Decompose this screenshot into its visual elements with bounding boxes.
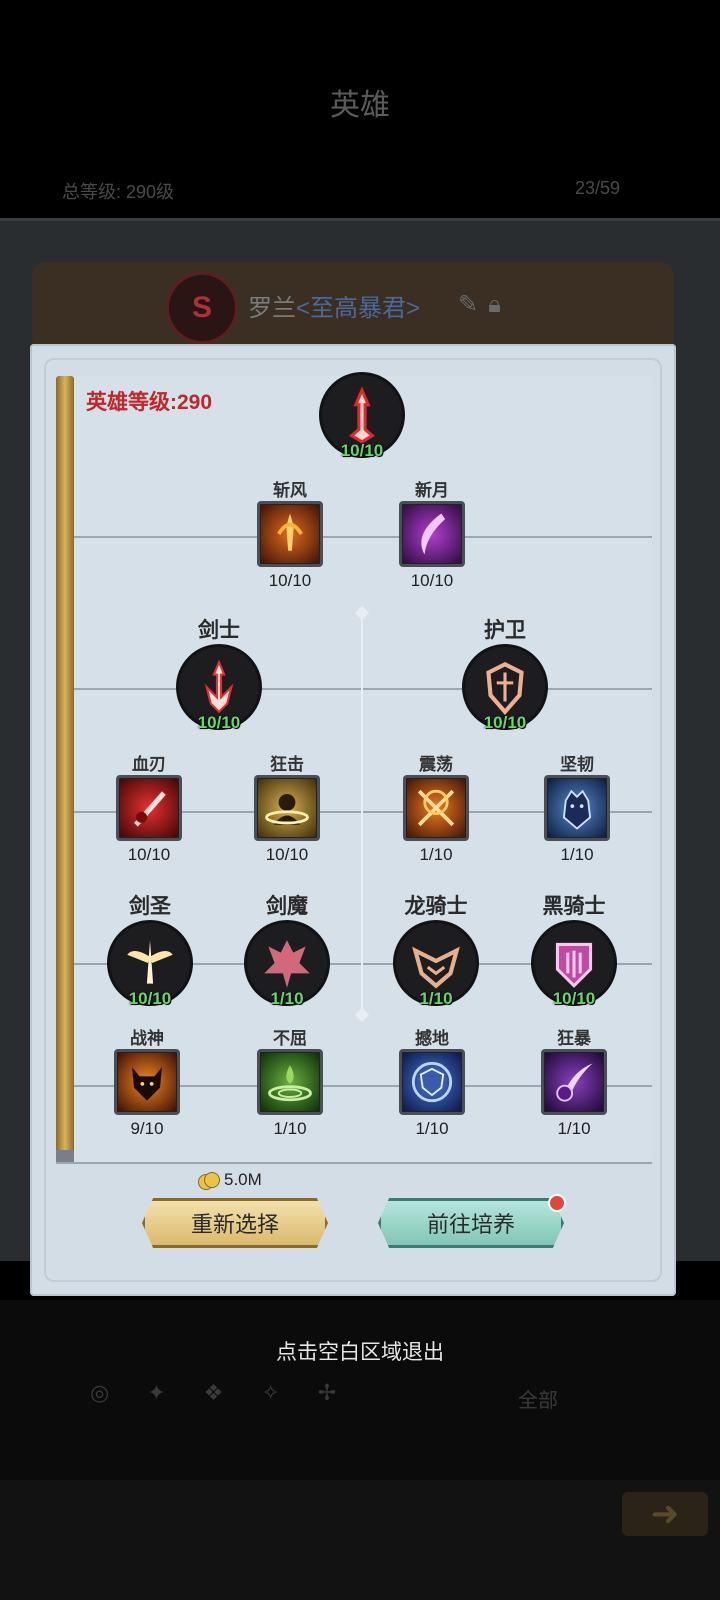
guardian-icon: 10/10 [462, 644, 548, 732]
bottom-nav [0, 1480, 720, 1600]
class-node-black-knight[interactable]: 黑骑士 10/10 [529, 890, 619, 1008]
branch-divider [361, 610, 363, 1018]
stats-row: 总等级: 290级 23/59 [62, 178, 620, 204]
swordsman-icon: 10/10 [176, 644, 262, 732]
footer-divider [56, 1162, 652, 1164]
go-train-button[interactable]: 前往培养 [378, 1198, 564, 1248]
gold-coin-icon [198, 1172, 220, 1190]
row-line [74, 688, 652, 690]
war-god-icon [114, 1049, 180, 1115]
class-node-sword-demon[interactable]: 剑魔 1/10 [242, 890, 332, 1008]
skill-node-zhendang[interactable]: 震荡 1/10 [391, 750, 481, 865]
notification-dot [548, 1194, 566, 1212]
root-skill-node[interactable]: 10/10 [317, 372, 407, 460]
hero-header-icons: ✎🔒︎ [458, 290, 511, 319]
hero-count: 23/59 [574, 178, 620, 198]
skill-tree-panel: 英雄等级:290 10/10 斩风 10/10 新月 10/10 剑士 10/1… [30, 344, 676, 1296]
page-title: 英雄 [330, 89, 390, 122]
exit-hint[interactable]: 点击空白区域退出 [0, 1336, 720, 1366]
reselect-button[interactable]: 重新选择 [142, 1198, 328, 1248]
skill-node-xinyue[interactable]: 新月 10/10 [387, 476, 477, 591]
filter-all: 全部 [518, 1390, 558, 1412]
next-arrow-icon: ➜ [622, 1492, 708, 1536]
level-progress-bar [56, 376, 74, 1162]
shockwave-icon [403, 775, 469, 841]
edit-icon: ✎ [458, 291, 489, 318]
berserk-icon [541, 1049, 607, 1115]
class-node-dragon-knight[interactable]: 龙骑士 1/10 [391, 890, 481, 1008]
sword-saint-icon: 10/10 [107, 920, 193, 1008]
class-filter-icons: ◎✦❖✧✢ [90, 1380, 375, 1405]
skill-node-handi[interactable]: 撼地 1/10 [387, 1024, 477, 1139]
hero-name: 罗兰<至高暴君> [248, 295, 421, 322]
class-node-sword-saint[interactable]: 剑圣 10/10 [105, 890, 195, 1008]
skill-node-xueren[interactable]: 血刃 10/10 [104, 750, 194, 865]
frenzy-strike-icon [254, 775, 320, 841]
lock-icon: 🔒︎ [488, 291, 511, 318]
sword-demon-icon: 1/10 [244, 920, 330, 1008]
crescent-blade-icon [399, 501, 465, 567]
earth-shaker-icon [399, 1049, 465, 1115]
skill-node-jianren[interactable]: 坚韧 1/10 [532, 750, 622, 865]
dragon-knight-icon: 1/10 [393, 920, 479, 1008]
tenacity-icon [544, 775, 610, 841]
total-level: 总等级: 290级 [62, 182, 175, 202]
sword-emblem-icon: 10/10 [319, 372, 405, 460]
reselect-cost: 5.0M [198, 1170, 262, 1190]
skill-node-kuangbao[interactable]: 狂暴 1/10 [529, 1024, 619, 1139]
blood-blade-icon [116, 775, 182, 841]
unyielding-icon [257, 1049, 323, 1115]
skill-node-buqu[interactable]: 不屈 1/10 [245, 1024, 335, 1139]
black-knight-icon: 10/10 [531, 920, 617, 1008]
skill-node-zhanshen[interactable]: 战神 9/10 [102, 1024, 192, 1139]
skill-node-zhanfeng[interactable]: 斩风 10/10 [245, 476, 335, 591]
flame-sword-icon [257, 501, 323, 567]
row-line [74, 536, 652, 538]
ss-rank-badge-icon: S [166, 272, 238, 344]
skill-node-kuangji[interactable]: 狂击 10/10 [242, 750, 332, 865]
class-node-guardian[interactable]: 护卫 10/10 [460, 614, 550, 732]
class-node-swordsman[interactable]: 剑士 10/10 [174, 614, 264, 732]
hero-level: 英雄等级:290 [86, 391, 213, 414]
